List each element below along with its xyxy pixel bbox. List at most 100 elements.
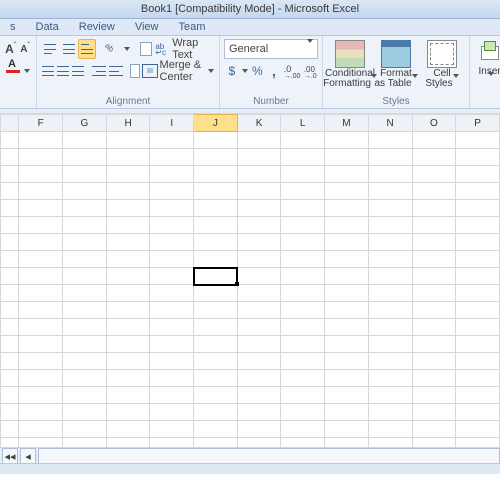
tab-review[interactable]: Review [69,19,125,35]
cell[interactable] [106,251,150,268]
align-left-button[interactable] [41,61,55,81]
cell[interactable] [281,166,325,183]
cell[interactable] [368,421,412,438]
cell[interactable] [106,387,150,404]
cell[interactable] [368,387,412,404]
cell[interactable] [281,234,325,251]
cell[interactable] [325,166,369,183]
cell[interactable] [19,268,63,285]
cell[interactable] [150,166,194,183]
cell[interactable] [63,302,107,319]
cell[interactable] [106,234,150,251]
cell[interactable] [19,200,63,217]
cell[interactable] [368,234,412,251]
cell[interactable] [63,353,107,370]
cell[interactable] [150,302,194,319]
tab-partial[interactable]: s [0,19,26,35]
cell[interactable] [281,336,325,353]
cell[interactable] [412,404,456,421]
cell[interactable] [412,319,456,336]
cell[interactable] [456,149,500,166]
cell[interactable] [19,183,63,200]
cell[interactable] [63,183,107,200]
cell[interactable] [456,234,500,251]
cell[interactable] [281,217,325,234]
accounting-format-button[interactable] [224,61,240,81]
cell[interactable] [63,336,107,353]
cell[interactable] [281,421,325,438]
cell[interactable] [106,370,150,387]
cell[interactable] [368,200,412,217]
cell[interactable] [1,217,19,234]
percent-format-button[interactable] [250,61,266,81]
column-header-F[interactable]: F [19,115,63,132]
number-format-combo[interactable]: General [224,39,318,59]
cell[interactable] [456,200,500,217]
column-header-I[interactable]: I [150,115,194,132]
cell[interactable] [194,387,238,404]
cell[interactable] [1,268,19,285]
cell[interactable] [1,183,19,200]
merge-center-label[interactable]: Merge & Center [160,59,206,83]
cell[interactable] [150,132,194,149]
cell[interactable] [63,285,107,302]
cell[interactable] [106,268,150,285]
cell[interactable] [150,200,194,217]
cell[interactable] [325,404,369,421]
cell[interactable] [237,166,281,183]
cell[interactable] [150,421,194,438]
column-header-M[interactable]: M [325,115,369,132]
cell[interactable] [1,370,19,387]
cell[interactable] [368,268,412,285]
cell[interactable] [237,387,281,404]
cell[interactable] [281,200,325,217]
cell[interactable] [150,149,194,166]
cell[interactable] [237,302,281,319]
align-top-button[interactable] [41,39,59,59]
column-header-L[interactable]: L [281,115,325,132]
cell[interactable] [19,370,63,387]
column-header-P[interactable]: P [456,115,500,132]
cell[interactable] [237,149,281,166]
cell[interactable] [368,251,412,268]
cell[interactable] [325,183,369,200]
cell[interactable] [237,421,281,438]
cell[interactable] [63,370,107,387]
cell[interactable] [106,302,150,319]
cell[interactable] [1,353,19,370]
wrap-text-label[interactable]: Wrap Text [172,37,215,61]
cell[interactable] [106,183,150,200]
cell[interactable] [1,285,19,302]
cell[interactable] [368,166,412,183]
cell[interactable] [456,302,500,319]
cell[interactable] [194,217,238,234]
cell[interactable] [1,251,19,268]
cell[interactable] [63,387,107,404]
cell[interactable] [63,404,107,421]
increase-indent-button[interactable] [108,61,124,81]
cell[interactable] [281,149,325,166]
cell[interactable] [325,251,369,268]
cell[interactable] [194,183,238,200]
cell[interactable] [368,336,412,353]
cell[interactable] [456,217,500,234]
grow-font-button[interactable] [4,39,18,59]
cell[interactable] [412,251,456,268]
tab-team[interactable]: Team [168,19,215,35]
cell[interactable] [281,268,325,285]
cell[interactable] [325,200,369,217]
cell[interactable] [281,353,325,370]
cell[interactable] [106,336,150,353]
cell[interactable] [237,268,281,285]
cell[interactable] [106,285,150,302]
cell[interactable] [412,132,456,149]
cell[interactable] [194,149,238,166]
comma-format-button[interactable] [266,61,282,81]
cell[interactable] [194,166,238,183]
decrease-indent-button[interactable] [91,61,107,81]
cell[interactable] [63,234,107,251]
cell[interactable] [281,302,325,319]
cell[interactable] [194,302,238,319]
cell[interactable] [63,251,107,268]
cell[interactable] [19,336,63,353]
